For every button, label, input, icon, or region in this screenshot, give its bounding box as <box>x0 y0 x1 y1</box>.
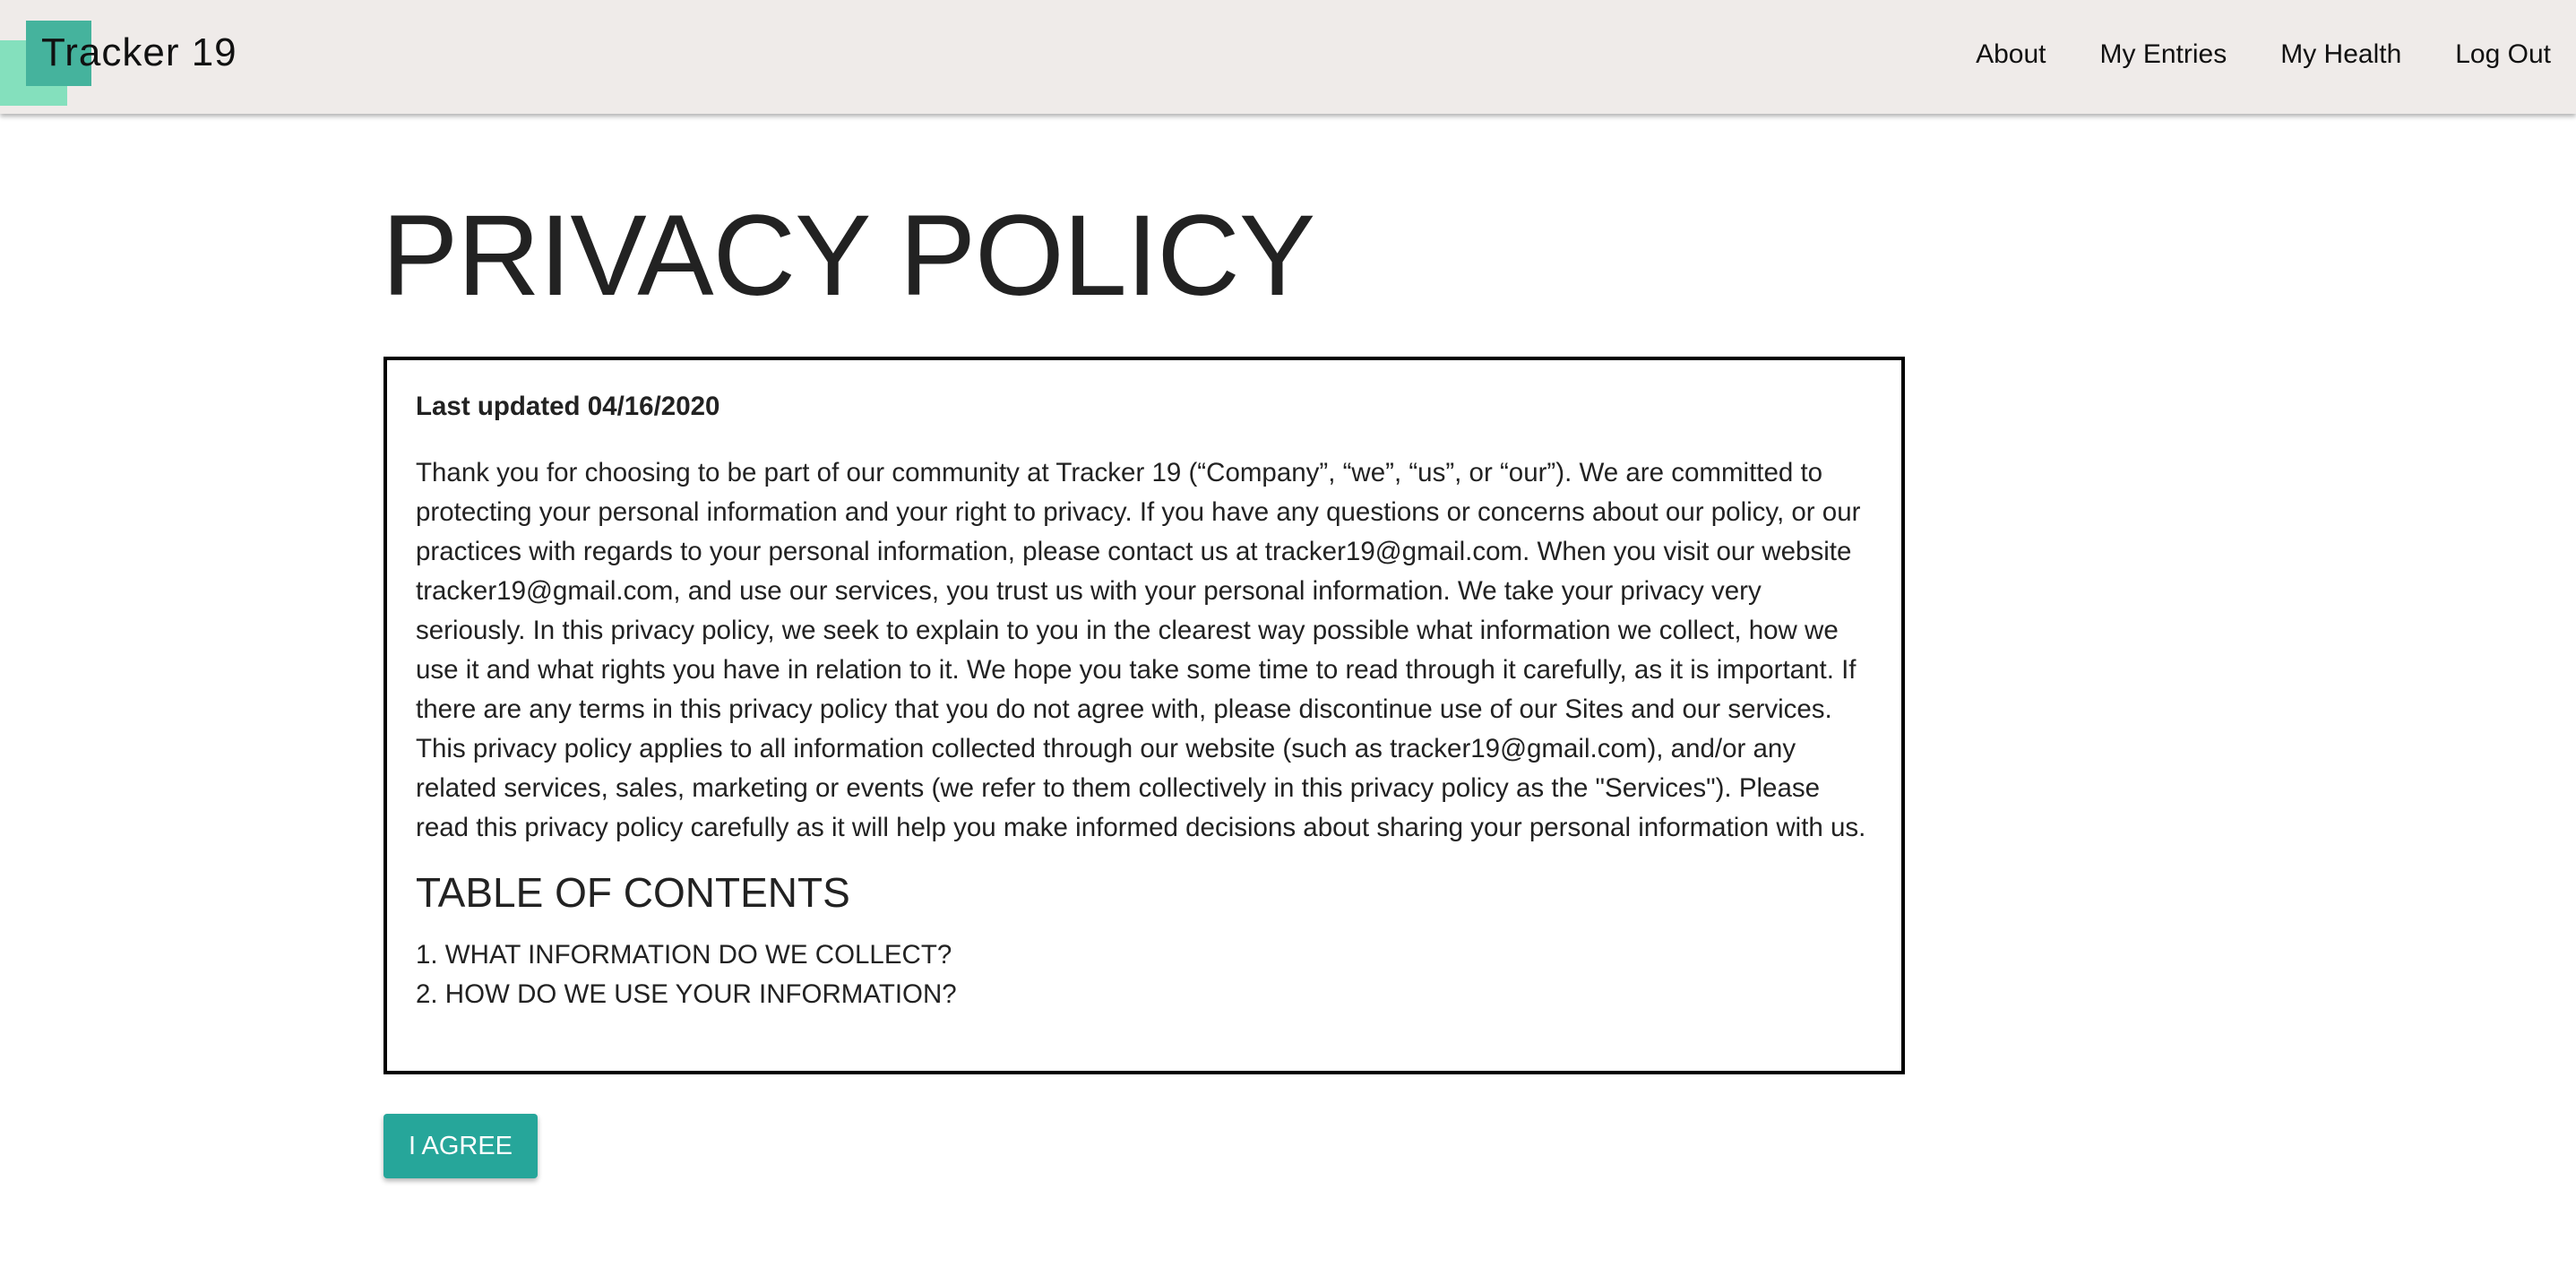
page-title: PRIVACY POLICY <box>382 192 1315 320</box>
nav-my-health[interactable]: My Health <box>2280 39 2401 70</box>
intro-paragraph: Thank you for choosing to be part of our… <box>416 458 1866 842</box>
nav-log-out[interactable]: Log Out <box>2455 39 2551 70</box>
policy-scroll-box[interactable]: Last updated 04/16/2020 Thank you for ch… <box>383 357 1905 1074</box>
brand-logo[interactable]: Tracker 19 <box>0 0 269 114</box>
last-updated: Last updated 04/16/2020 <box>416 392 720 421</box>
brand-name: Tracker 19 <box>41 30 237 74</box>
toc-item[interactable]: 2. HOW DO WE USE YOUR INFORMATION? <box>416 975 1874 1014</box>
nav-my-entries[interactable]: My Entries <box>2100 39 2227 70</box>
toc-item[interactable]: 1. WHAT INFORMATION DO WE COLLECT? <box>416 935 1874 975</box>
toc-list: 1. WHAT INFORMATION DO WE COLLECT? 2. HO… <box>416 935 1874 1014</box>
agree-button[interactable]: I AGREE <box>383 1114 538 1178</box>
nav-links: About My Entries My Health Log Out <box>1976 39 2551 70</box>
nav-about[interactable]: About <box>1976 39 2046 70</box>
navbar: Tracker 19 About My Entries My Health Lo… <box>0 0 2576 114</box>
toc-heading: TABLE OF CONTENTS <box>416 869 850 916</box>
